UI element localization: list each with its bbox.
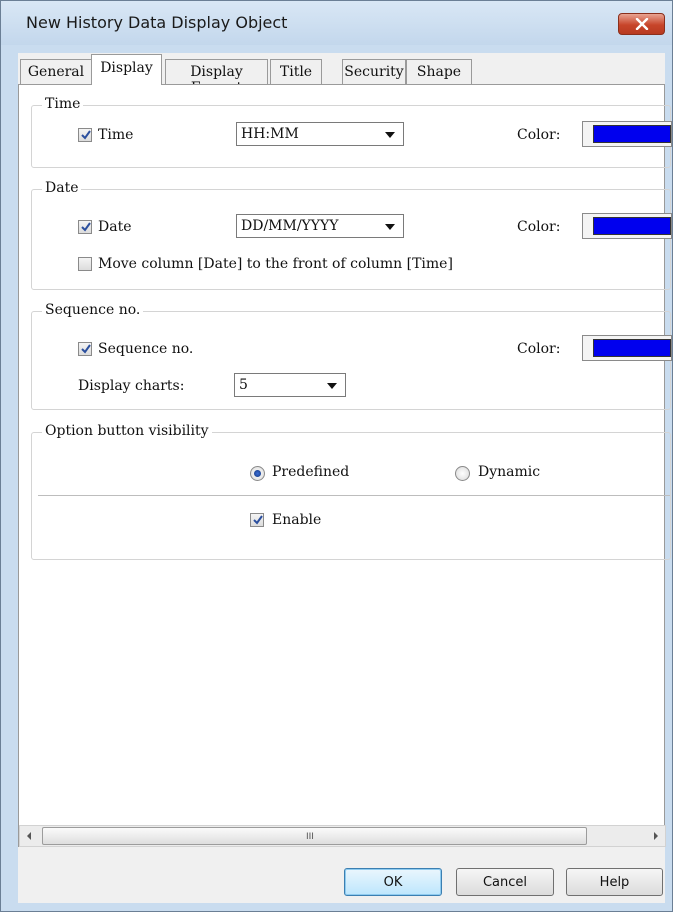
dialog-window: New History Data Display Object General …: [0, 0, 673, 912]
date-checkbox[interactable]: [78, 220, 92, 234]
predefined-radio-label: Predefined: [272, 464, 350, 480]
move-date-column-checkbox[interactable]: [78, 257, 92, 271]
dynamic-radio-label: Dynamic: [478, 464, 541, 480]
date-group-title: Date: [42, 180, 82, 196]
sequence-color-picker[interactable]: [582, 335, 672, 361]
cancel-button[interactable]: Cancel: [456, 868, 554, 896]
date-color-label: Color:: [517, 219, 561, 235]
help-button[interactable]: Help: [566, 868, 663, 896]
checkmark-icon: [81, 344, 91, 354]
date-color-swatch: [593, 217, 671, 235]
display-charts-select[interactable]: 5: [234, 373, 346, 397]
chevron-down-icon: [385, 132, 395, 138]
chevron-down-icon: [327, 383, 337, 389]
checkmark-icon: [81, 130, 91, 140]
date-format-value: DD/MM/YYYY: [241, 218, 339, 234]
checkmark-icon: [253, 515, 263, 525]
ok-button[interactable]: OK: [344, 868, 442, 896]
scroll-left-button[interactable]: [20, 826, 40, 846]
display-charts-value: 5: [239, 377, 248, 393]
predefined-radio[interactable]: [250, 466, 265, 481]
close-x-icon: [635, 18, 649, 30]
tab-general[interactable]: General: [20, 59, 92, 85]
time-color-swatch: [593, 125, 671, 143]
time-format-value: HH:MM: [241, 126, 299, 142]
arrow-right-icon: [654, 832, 658, 840]
dynamic-radio[interactable]: [455, 466, 470, 481]
sequence-group: Sequence no. Sequence no. Color: Display…: [31, 302, 672, 410]
move-date-column-label: Move column [Date] to the front of colum…: [98, 256, 453, 272]
window-title: New History Data Display Object: [26, 13, 288, 32]
enable-checkbox-label: Enable: [272, 512, 322, 528]
sequence-color-swatch: [593, 339, 671, 357]
sequence-group-title: Sequence no.: [42, 302, 144, 318]
time-color-label: Color:: [517, 127, 561, 143]
time-checkbox-label: Time: [98, 127, 134, 143]
display-tab-panel: Time Time HH:MM Color: Date Date DD/MM/Y…: [18, 84, 672, 847]
date-format-select[interactable]: DD/MM/YYYY: [236, 214, 404, 238]
tab-strip: General Display Display Format Title Sec…: [18, 53, 665, 96]
sequence-color-label: Color:: [517, 341, 561, 357]
display-charts-label: Display charts:: [78, 378, 185, 394]
scrollbar-grip: III: [306, 832, 314, 842]
date-color-picker[interactable]: [582, 213, 672, 239]
time-format-select[interactable]: HH:MM: [236, 122, 404, 146]
date-group: Date Date DD/MM/YYYY Color: Move column …: [31, 180, 672, 290]
checkmark-icon: [81, 222, 91, 232]
time-color-picker[interactable]: [582, 121, 672, 147]
time-checkbox[interactable]: [78, 128, 92, 142]
option-group-divider: [38, 495, 670, 496]
scroll-right-button[interactable]: [645, 826, 665, 846]
tab-shape[interactable]: Shape: [406, 59, 472, 85]
arrow-left-icon: [27, 832, 31, 840]
title-bar[interactable]: New History Data Display Object: [1, 1, 672, 45]
tab-security[interactable]: Security: [342, 59, 406, 85]
radio-selected-dot: [254, 470, 261, 477]
tab-display-format[interactable]: Display Format: [165, 59, 268, 96]
chevron-down-icon: [385, 224, 395, 230]
time-group: Time Time HH:MM Color:: [31, 96, 672, 168]
date-checkbox-label: Date: [98, 219, 132, 235]
dialog-client: General Display Display Format Title Sec…: [18, 53, 672, 903]
option-group-title: Option button visibility: [42, 423, 212, 439]
option-button-visibility-group: Option button visibility Predefined Dyna…: [31, 423, 671, 560]
tab-display[interactable]: Display: [91, 54, 162, 85]
horizontal-scrollbar[interactable]: III: [19, 825, 666, 847]
time-group-title: Time: [42, 96, 84, 112]
enable-checkbox[interactable]: [250, 513, 264, 527]
sequence-checkbox[interactable]: [78, 342, 92, 356]
tab-title[interactable]: Title: [270, 59, 322, 85]
scrollbar-thumb[interactable]: III: [42, 827, 587, 845]
sequence-checkbox-label: Sequence no.: [98, 341, 194, 357]
close-button[interactable]: [618, 13, 665, 35]
